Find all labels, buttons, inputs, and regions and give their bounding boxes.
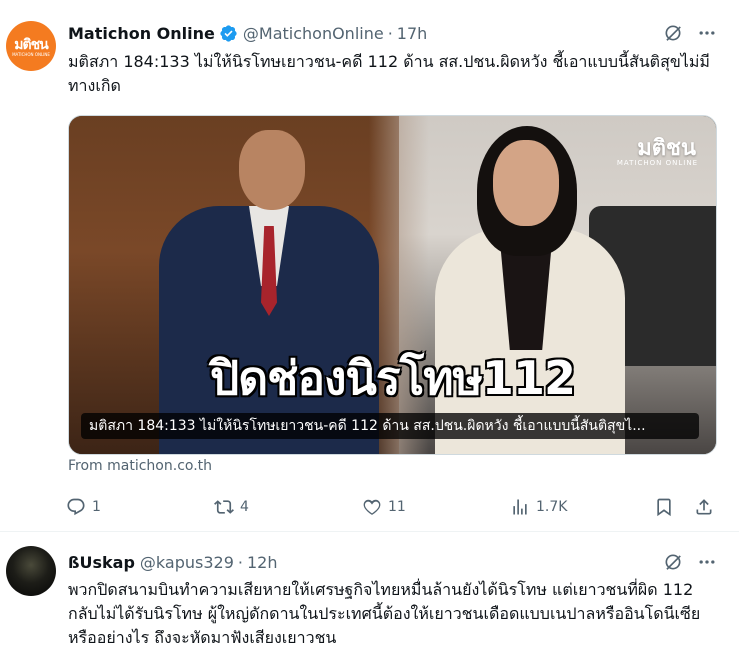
tweet-time[interactable]: 12h (247, 553, 278, 572)
grok-icon[interactable] (663, 552, 683, 572)
tweet-actions: 1 4 11 1.7K (66, 494, 716, 520)
more-icon[interactable] (697, 552, 717, 572)
repost-button[interactable]: 4 (214, 494, 249, 520)
tweet-reply[interactable]: ßUskap @kapus329 · 12h พวกปิดสนามบินทำคว… (0, 532, 739, 661)
tweet-header: Matichon Online @MatichonOnline · 17h (68, 22, 427, 44)
share-icon (696, 499, 712, 515)
tweet-header-actions (663, 552, 717, 572)
like-button[interactable]: 11 (362, 494, 406, 520)
link-source[interactable]: From matichon.co.th (68, 458, 212, 474)
link-card-title[interactable]: มติสภา 184:133 ไม่ให้นิรโทษเยาวชน-คดี 11… (81, 413, 699, 439)
bookmark-icon (657, 498, 671, 517)
views-count: 1.7K (536, 499, 568, 515)
repost-count: 4 (240, 499, 249, 515)
tweet-time[interactable]: 17h (397, 24, 428, 43)
author-name[interactable]: ßUskap (68, 553, 135, 572)
separator-dot: · (237, 552, 243, 572)
tweet-header-actions (663, 23, 717, 43)
author-name[interactable]: Matichon Online (68, 24, 215, 43)
author-handle[interactable]: @kapus329 (140, 553, 234, 572)
tweet-header: ßUskap @kapus329 · 12h (68, 551, 277, 573)
avatar-logo-subtext: MATICHON ONLINE (12, 52, 50, 57)
verified-badge-icon (220, 24, 237, 42)
media-watermark-sub: MATICHON ONLINE (616, 159, 698, 167)
tweet-matichon[interactable]: มติชน MATICHON ONLINE Matichon Online @M… (0, 0, 739, 532)
tweet-text: มติสภา 184:133 ไม่ให้นิรโทษเยาวชน-คดี 11… (68, 52, 710, 95)
more-icon[interactable] (697, 23, 717, 43)
tweet-text: พวกปิดสนามบินทำความเสียหายให้เศรษฐกิจไทย… (68, 580, 701, 647)
reply-icon (67, 498, 85, 516)
woman-figure-face (493, 140, 559, 226)
reply-count: 1 (92, 499, 101, 515)
reply-button[interactable]: 1 (66, 494, 101, 520)
avatar[interactable] (6, 546, 56, 596)
grok-icon[interactable] (663, 23, 683, 43)
like-count: 11 (388, 499, 406, 515)
media-headline: ปิดช่องนิรโทษ112 (210, 351, 576, 405)
views-icon (513, 499, 527, 515)
separator-dot: · (387, 23, 393, 43)
author-handle[interactable]: @MatichonOnline (243, 24, 384, 43)
man-figure-head (239, 130, 305, 210)
bookmark-button[interactable] (654, 494, 674, 520)
avatar[interactable]: มติชน MATICHON ONLINE (6, 21, 56, 71)
share-button[interactable] (694, 494, 714, 520)
repost-icon (214, 500, 234, 514)
link-card-media[interactable]: มติชน MATICHON ONLINE ปิดช่องนิรโทษ112 ม… (68, 115, 717, 455)
like-icon (363, 499, 381, 515)
views-button[interactable]: 1.7K (510, 494, 567, 520)
